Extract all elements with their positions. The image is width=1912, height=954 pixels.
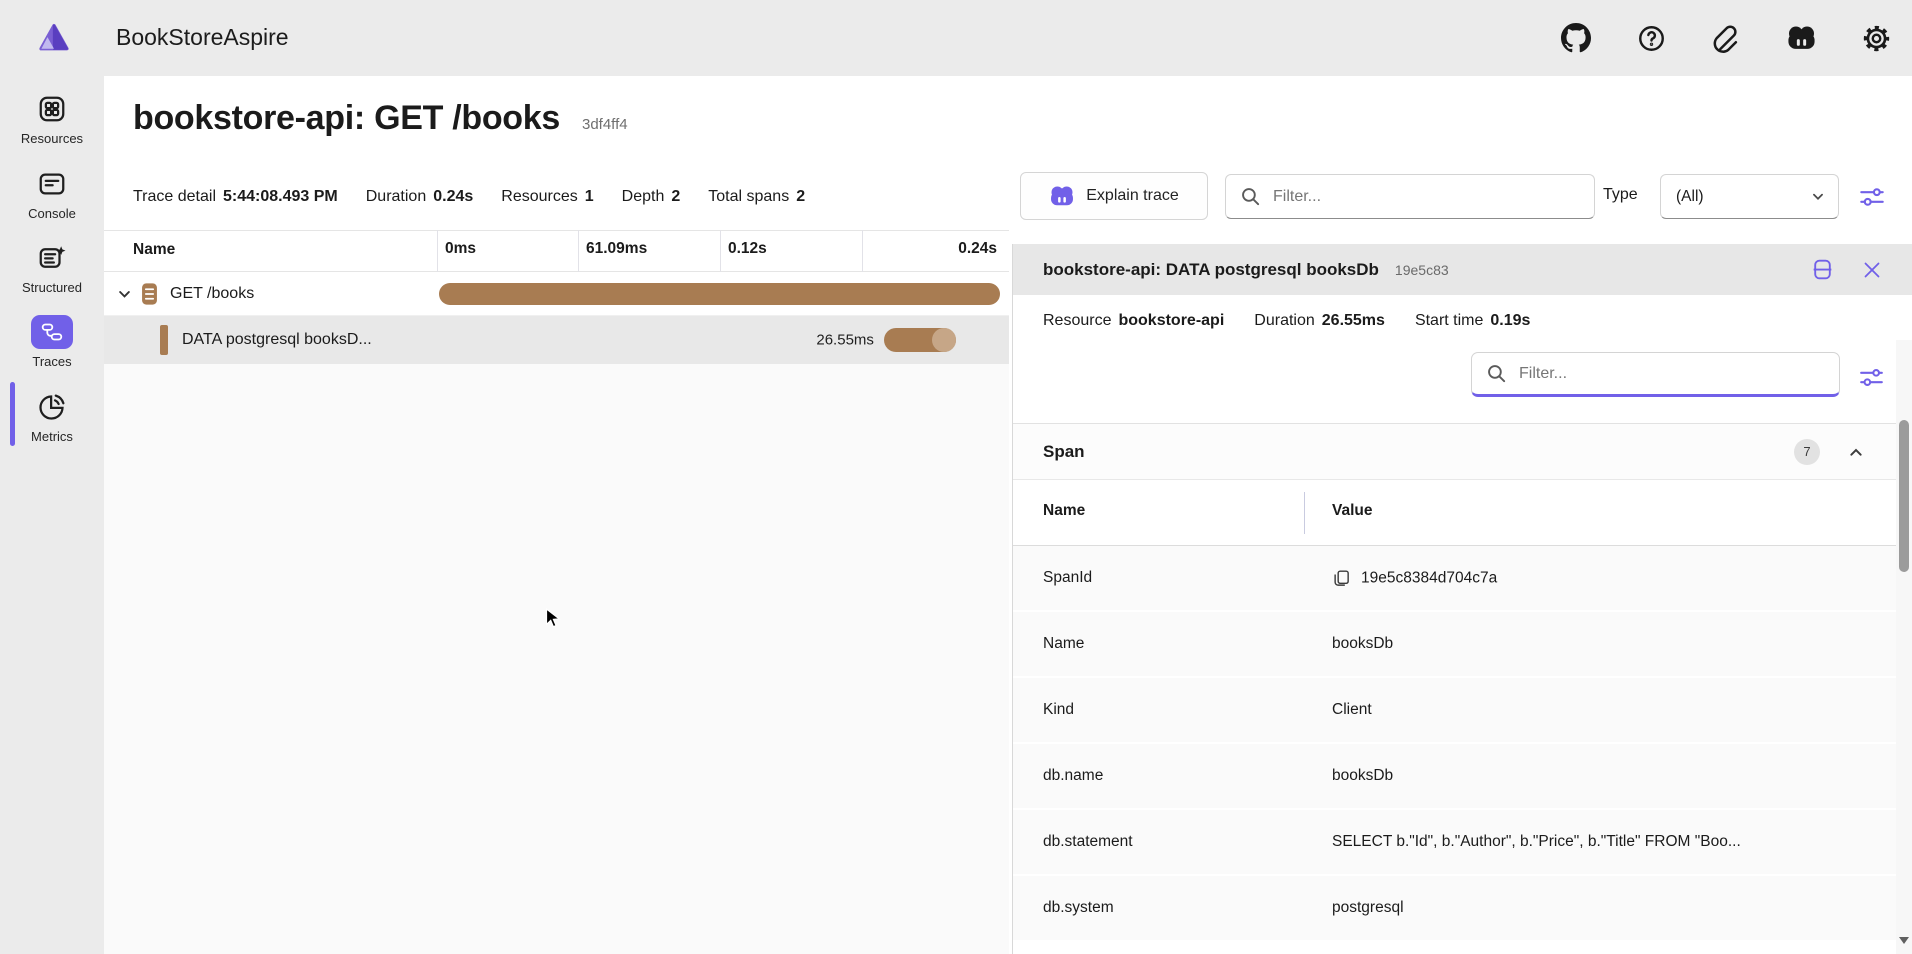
timeline-bar[interactable]: [439, 283, 1000, 305]
app-title: BookStoreAspire: [116, 24, 289, 51]
timeline-bar[interactable]: [884, 328, 956, 352]
resources-grid-icon: [37, 92, 67, 126]
sidebar-label-structured: Structured: [22, 280, 82, 295]
details-panel-header: bookstore-api: DATA postgresql booksDb 1…: [1013, 244, 1912, 295]
tick-61ms: 61.09ms: [586, 240, 647, 258]
trace-meta: Trace detail5:44:08.493 PM Duration0.24s…: [133, 188, 805, 206]
trace-filter-input[interactable]: [1273, 188, 1531, 206]
type-select[interactable]: (All): [1660, 174, 1839, 219]
timeline-bar-endcap: [932, 328, 956, 352]
close-icon[interactable]: [1858, 256, 1886, 284]
kv-row-db-system[interactable]: db.system postgresql: [1013, 876, 1896, 942]
span-filter-box: [1471, 352, 1840, 397]
kv-value-header: Value: [1332, 502, 1373, 520]
timeline-track: 26.55ms: [437, 316, 1002, 364]
tick-024s: 0.24s: [958, 240, 997, 258]
trace-depth: Depth2: [622, 188, 681, 206]
tick-012s: 0.12s: [728, 240, 767, 258]
attachments-icon[interactable]: [1704, 16, 1748, 60]
topbar-icons: [1554, 16, 1898, 60]
span-settings-sliders-icon[interactable]: [1855, 361, 1887, 393]
details-panel-title: bookstore-api: DATA postgresql booksDb: [1043, 260, 1379, 280]
api-resource-icon: [141, 282, 158, 311]
trace-settings-sliders-icon[interactable]: [1856, 181, 1888, 213]
kv-row-db-statement[interactable]: db.statement SELECT b."Id", b."Author", …: [1013, 810, 1896, 876]
kv-row-db-name[interactable]: db.name booksDb: [1013, 744, 1896, 810]
sidebar-label-resources: Resources: [21, 131, 83, 146]
span-filter-input[interactable]: [1519, 365, 1776, 383]
span-start-time: Start time0.19s: [1415, 312, 1531, 330]
search-icon: [1486, 363, 1507, 384]
trace-total-spans: Total spans2: [708, 188, 805, 206]
span-duration: Duration26.55ms: [1254, 312, 1385, 330]
trace-filter-box: [1225, 174, 1595, 219]
aspire-dashboard: BookStoreAspire: [0, 0, 1912, 954]
column-resize-handle[interactable]: [1304, 492, 1305, 534]
trace-row-data-postgresql[interactable]: DATA postgresql booksD... 26.55ms: [104, 316, 1009, 364]
span-meta: Resourcebookstore-api Duration26.55ms St…: [1043, 312, 1530, 330]
settings-gear-icon[interactable]: [1854, 16, 1898, 60]
structured-logs-icon: [37, 241, 67, 275]
span-count-badge: 7: [1794, 439, 1820, 465]
kv-row-kind[interactable]: Kind Client: [1013, 678, 1896, 744]
timeline-track: [437, 272, 1002, 315]
span-name: GET /books: [170, 285, 254, 303]
aspire-logo-icon: [36, 20, 72, 56]
type-label: Type: [1603, 186, 1638, 204]
kv-value-text: 19e5c8384d704c7a: [1361, 569, 1497, 587]
span-name: DATA postgresql booksD...: [182, 331, 372, 349]
trace-resources: Resources1: [501, 188, 593, 206]
kv-row-name[interactable]: Name booksDb: [1013, 612, 1896, 678]
trace-detail-time: Trace detail5:44:08.493 PM: [133, 188, 338, 206]
span-section-title: Span: [1043, 442, 1085, 462]
tick-0ms: 0ms: [445, 240, 476, 258]
trace-duration: Duration0.24s: [366, 188, 474, 206]
copilot-small-icon: [1049, 185, 1075, 208]
kv-name-header: Name: [1043, 502, 1085, 520]
top-bar: BookStoreAspire: [0, 0, 1912, 76]
sidebar-label-metrics: Metrics: [31, 429, 73, 444]
sidebar-item-structured[interactable]: Structured: [0, 235, 104, 301]
help-icon[interactable]: [1629, 16, 1673, 60]
copy-icon[interactable]: [1332, 569, 1351, 588]
copilot-icon[interactable]: [1779, 16, 1823, 60]
explain-trace-button[interactable]: Explain trace: [1020, 172, 1208, 220]
collapse-chevron-up-icon[interactable]: [1848, 444, 1864, 460]
page-header: bookstore-api: GET /books 3df4ff4: [133, 99, 628, 138]
span-section-header[interactable]: Span 7: [1013, 424, 1896, 480]
traces-gantt-icon: [31, 315, 73, 349]
span-resource: Resourcebookstore-api: [1043, 312, 1224, 330]
sidebar-label-console: Console: [28, 206, 76, 221]
sidebar-item-metrics[interactable]: Metrics: [0, 384, 104, 450]
trace-grid-empty-area: [104, 364, 1009, 954]
sidebar-item-console[interactable]: Console: [0, 161, 104, 227]
page-title: bookstore-api: GET /books: [133, 99, 560, 138]
scrollbar-down-arrow-icon[interactable]: [1899, 937, 1909, 944]
metrics-pie-icon: [37, 390, 67, 424]
github-icon[interactable]: [1554, 16, 1598, 60]
sidebar-item-resources[interactable]: Resources: [0, 86, 104, 152]
trace-id-short: 3df4ff4: [582, 116, 628, 133]
trace-row-get-books[interactable]: GET /books: [104, 272, 1009, 316]
sidebar: Resources Console Structured Traces: [0, 76, 104, 954]
sidebar-label-traces: Traces: [32, 354, 71, 369]
chevron-down-icon: [1811, 190, 1825, 204]
span-id-short: 19e5c83: [1395, 262, 1449, 278]
sidebar-item-traces[interactable]: Traces: [0, 309, 104, 375]
explain-trace-label: Explain trace: [1086, 187, 1179, 205]
grid-name-header: Name: [133, 241, 175, 259]
trace-grid-header: Name: [104, 230, 1009, 272]
scrollbar-thumb[interactable]: [1899, 420, 1909, 572]
type-select-value: (All): [1676, 188, 1704, 206]
kv-table-header: Name Value: [1013, 480, 1896, 546]
bar-duration-label: 26.55ms: [816, 332, 874, 349]
console-icon: [37, 167, 67, 201]
expand-chevron-icon[interactable]: [117, 287, 132, 302]
split-pane-icon[interactable]: [1808, 256, 1836, 284]
row-color-marker: [160, 325, 168, 355]
kv-row-spanid[interactable]: SpanId 19e5c8384d704c7a: [1013, 546, 1896, 612]
search-icon: [1240, 186, 1261, 207]
